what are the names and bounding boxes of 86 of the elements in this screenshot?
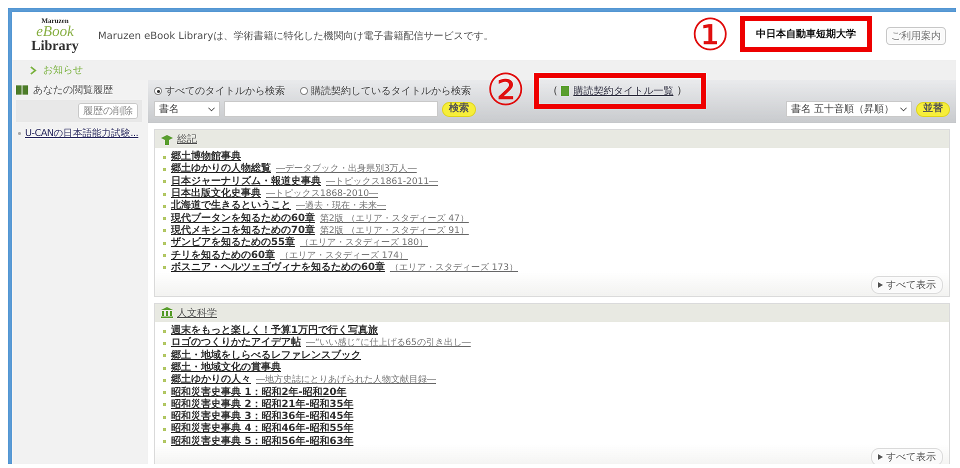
bullet-icon [163,168,166,171]
book-title-link[interactable]: チリを知るための60章 [171,250,275,262]
bullet-icon [163,266,166,270]
bullet-icon [163,330,166,333]
bullet-icon [163,156,166,159]
bullet-icon [163,354,166,358]
book-title-link[interactable]: 昭和災害史事典 1：昭和2年-昭和20年 [171,386,346,399]
book-title-link[interactable]: ボスニア・ヘルツェゴヴィナを知るための60章 [171,262,385,274]
book-title-link[interactable]: 北海道で生きるということ [171,200,291,212]
book-subtitle-link[interactable]: 第2版 （エリア・スタディーズ 91） [320,224,469,237]
bullet-icon [163,440,166,444]
book-title-link[interactable]: 昭和災害史事典 3：昭和36年-昭和45年 [171,411,354,424]
bullet-icon [163,204,166,208]
bullet-icon [163,378,166,382]
show-all-button[interactable]: すべて表示 [871,276,943,294]
play-icon [878,282,883,288]
book-subtitle-link[interactable]: ―データブック・出身県別3万人― [276,163,417,176]
columns-icon [161,307,173,318]
book-subtitle-link[interactable]: ―トピックス1861-2011― [326,176,438,188]
scope-label: 購読契約しているタイトルから検索 [311,84,471,98]
book-subtitle-link[interactable]: ―地方史誌にとりあげられた人物文献目録― [256,374,436,386]
book-subtitle-link[interactable]: （エリア・スタディーズ 180） [300,237,428,250]
caret-icon [900,106,907,112]
book-title-link[interactable]: 郷土ゆかりの人々 [171,374,251,386]
category-link[interactable]: 人文科学 [177,306,217,320]
header-button[interactable]: ご利用案内 [886,27,946,45]
book-icon [561,86,570,96]
sort-select[interactable]: 書名 五十音順（昇順） [786,101,912,117]
book-title-link[interactable]: 日本出版文化史事典 [171,188,261,200]
title-list-link[interactable]: 購読契約タイトル一覧 [573,84,674,98]
parenthesis: ) [677,86,682,96]
search-field[interactable] [224,101,438,117]
tagline: Maruzen eBook Libraryは、学術書籍に特化した機関向け電子書籍配信サービスです。 [98,30,494,43]
book-subtitle-link[interactable]: ―“いい感じ”に仕上げる65の引き出し― [306,337,471,350]
bullet-icon [163,342,166,345]
clear-history-button[interactable]: 履歴の削除 [78,103,138,119]
bullet-icon [163,217,166,220]
history-heading: あなたの閲覧履歴 [33,84,113,97]
book-subtitle-link[interactable]: （エリア・スタディーズ 174） [280,250,408,262]
logo-name: eBook [36,25,74,40]
play-icon [878,454,883,460]
book-subtitle-link[interactable]: （エリア・スタディーズ 173） [390,262,518,274]
book-title-link[interactable]: 昭和災害史事典 2：昭和21年-昭和35年 [171,398,354,411]
book-subtitle-link[interactable]: ―トピックス1868-2010― [266,188,378,200]
book-title-link[interactable]: 郷土・地域文化の賞事典 [171,362,281,374]
book-title-link[interactable]: 郷土・地域をしらべるレファレンスブック [171,350,361,362]
bullet-icon [163,242,166,245]
book-title-link[interactable]: 現代メキシコを知るための70章 [171,224,315,237]
scope-label: すべてのタイトルから検索 [165,84,285,98]
book-icon [16,85,29,95]
book-title-link[interactable]: 現代ブータンを知るための60章 [171,212,315,225]
show-all-button[interactable]: すべて表示 [871,448,943,464]
chevron-icon [30,66,37,74]
category-link[interactable]: 総記 [177,132,197,146]
radio-button[interactable] [154,87,162,95]
sort-button[interactable]: 並替 [916,102,950,116]
bullet-icon [163,416,166,419]
book-title-link[interactable]: 週末をもっと楽しく！予算1万円で行く写真旅 [171,325,378,338]
institution-name: 中日本自動車短期大学 [756,28,856,41]
field-select[interactable]: 書名 [154,101,220,117]
bullet-icon [163,391,166,394]
bullet-icon [18,132,21,135]
book-title-link[interactable]: 日本ジャーナリズム・報道史事典 [171,176,321,188]
bullet-icon [163,366,166,370]
book-title-link[interactable]: 昭和災害史事典 4：昭和46年-昭和55年 [171,423,354,436]
bullet-icon [163,180,166,184]
book-subtitle-link[interactable]: 第2版 （エリア・スタディーズ 47） [320,212,469,225]
search-button[interactable]: 検索 [442,102,476,116]
book-title-link[interactable]: ザンビアを知るための55章 [171,237,295,250]
book-title-link[interactable]: 昭和災害史事典 5：昭和56年-昭和63年 [171,436,354,448]
parenthesis: ( [553,86,558,96]
caret-icon [208,106,215,112]
bullet-icon [163,254,166,258]
annotation-number: ① [690,14,730,58]
radio-button[interactable] [300,87,308,95]
bullet-icon [163,229,166,232]
bullet-icon [163,428,166,431]
book-title-link[interactable]: 郷土博物館事典 [171,151,241,164]
history-link[interactable]: U-CANの日本語能力試験... [25,127,138,140]
book-title-link[interactable]: ロゴのつくりかたアイデア帖 [171,337,301,350]
annotation-number: ② [486,69,526,113]
bullet-icon [163,403,166,406]
book-title-link[interactable]: 郷土ゆかりの人物総覧 [171,163,271,176]
logo-subtitle: Library [31,40,79,54]
bullet-icon [163,192,166,196]
book-subtitle-link[interactable]: ―過去・現在・未来― [296,200,386,212]
